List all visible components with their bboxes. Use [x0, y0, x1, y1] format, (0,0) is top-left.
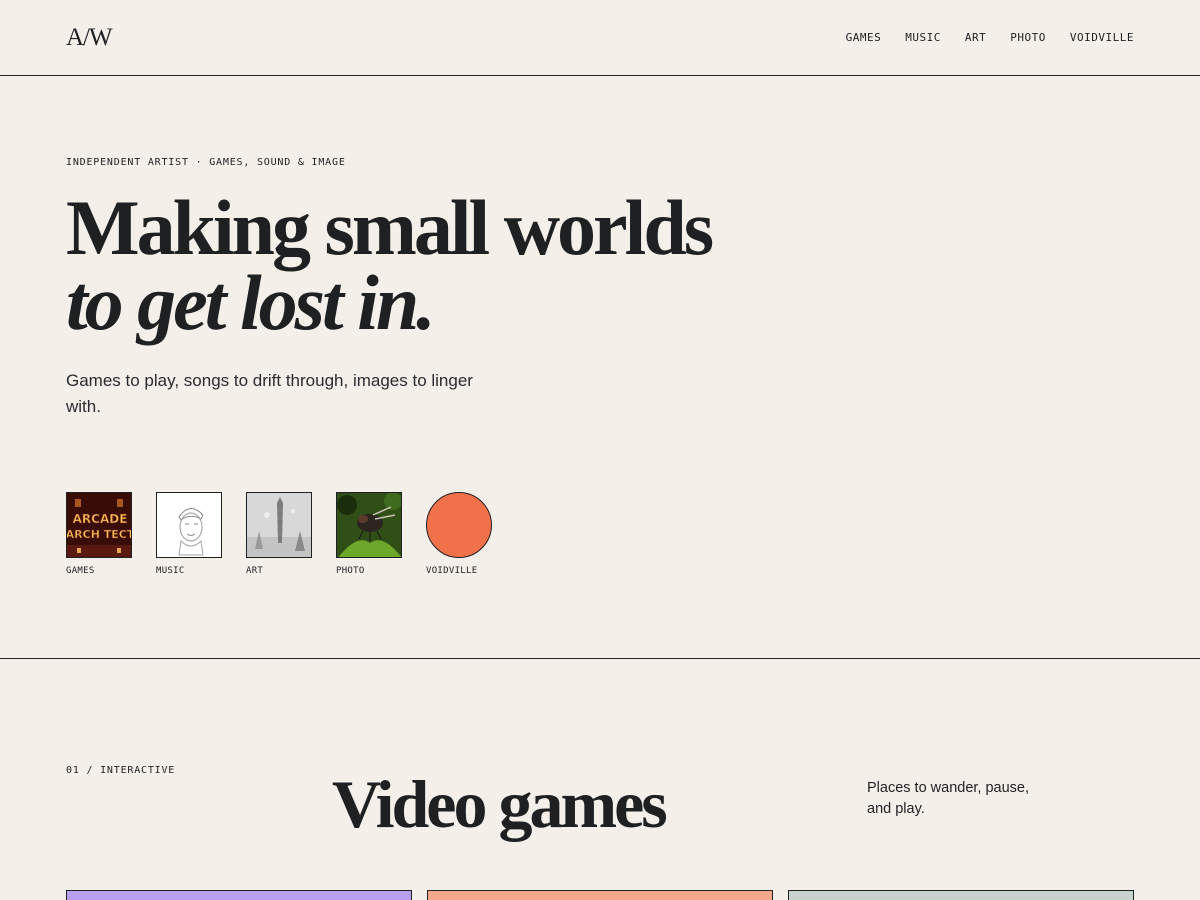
photo-thumbnail — [336, 492, 402, 558]
svg-text:ARCADE: ARCADE — [73, 512, 128, 526]
tile-voidville[interactable]: VOIDVILLE — [426, 492, 492, 576]
tile-label-photo: PHOTO — [336, 566, 365, 576]
voidville-circle — [426, 492, 492, 558]
section-description: Places to wander, pause, and play. — [867, 780, 1030, 817]
tile-label-art: ART — [246, 566, 264, 576]
section-eyebrow: 01 / INTERACTIVE — [66, 765, 176, 776]
section-title: Video games — [332, 766, 668, 842]
hero-headline-line2: to get lost in. — [66, 259, 436, 346]
hero-headline: Making small worlds to get lost in. — [66, 184, 714, 346]
game-card-3[interactable] — [788, 890, 1134, 900]
site-header: A/W GAMES MUSIC ART PHOTO VOIDVILLE — [0, 0, 1200, 76]
nav-link-music[interactable]: MUSIC — [905, 31, 941, 44]
fly-macro-image — [337, 493, 401, 557]
music-thumbnail — [156, 492, 222, 558]
hero-lede: Games to play, songs to drift through, i… — [66, 371, 473, 416]
games-thumbnail: ARCADE ARCH TECT — [66, 492, 132, 558]
game-card-2[interactable] — [427, 890, 773, 900]
tile-label-games: GAMES — [66, 566, 95, 576]
tile-label-voidville: VOIDVILLE — [426, 566, 478, 576]
tile-music[interactable]: MUSIC — [156, 492, 222, 576]
portrait-sketch-image — [157, 493, 221, 557]
tile-photo[interactable]: PHOTO — [336, 492, 402, 576]
tile-games[interactable]: ARCADE ARCH TECT GAMES — [66, 492, 132, 576]
arcade-architect-image: ARCADE ARCH TECT — [67, 493, 132, 557]
games-cards — [66, 890, 1134, 900]
svg-text:ARCH TECT: ARCH TECT — [67, 528, 132, 541]
tile-label-music: MUSIC — [156, 566, 185, 576]
nav-link-art[interactable]: ART — [965, 31, 986, 44]
winter-scene-image — [247, 493, 311, 557]
hero-eyebrow: INDEPENDENT ARTIST · GAMES, SOUND & IMAG… — [66, 157, 346, 168]
section-divider — [0, 658, 1200, 659]
site-logo[interactable]: A/W — [66, 24, 113, 52]
hero-headline-line1: Making small worlds — [66, 184, 714, 271]
nav-link-photo[interactable]: PHOTO — [1010, 31, 1046, 44]
game-card-1[interactable] — [66, 890, 412, 900]
nav-link-voidville[interactable]: VOIDVILLE — [1070, 31, 1134, 44]
main-nav: GAMES MUSIC ART PHOTO VOIDVILLE — [846, 31, 1134, 44]
art-thumbnail — [246, 492, 312, 558]
nav-link-games[interactable]: GAMES — [846, 31, 882, 44]
tile-art[interactable]: ART — [246, 492, 312, 576]
category-tiles: ARCADE ARCH TECT GAMES MUSIC ART PHOTO V… — [66, 492, 492, 576]
